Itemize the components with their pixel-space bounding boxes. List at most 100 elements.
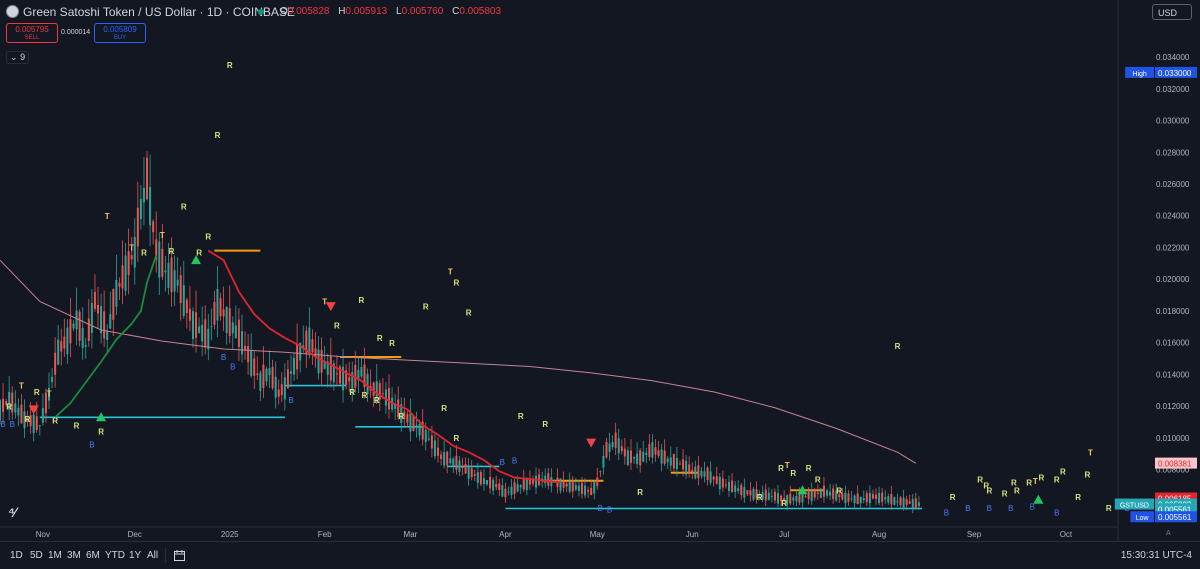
calendar-icon[interactable]	[174, 550, 185, 561]
candle-body	[191, 311, 194, 340]
candle-body	[69, 319, 72, 344]
range-6m[interactable]: 6M	[86, 550, 100, 561]
candle-body	[240, 331, 243, 355]
candle-body	[629, 450, 632, 463]
signal-label-b: B	[288, 396, 293, 405]
candle-body	[703, 471, 706, 477]
auto-scale-icon[interactable]: A	[1166, 530, 1171, 537]
signal-label: R	[169, 247, 175, 256]
candle-body	[816, 492, 819, 495]
candle-body	[308, 327, 311, 355]
candle-body	[623, 448, 626, 457]
range-1d[interactable]: 1D	[10, 550, 23, 561]
candle-body	[513, 482, 516, 494]
signal-label: R	[453, 279, 459, 288]
signal-label: R	[1026, 479, 1032, 488]
candle-body	[158, 241, 161, 278]
candle-body	[127, 251, 130, 275]
signal-label: R	[74, 421, 80, 430]
range-3m[interactable]: 3M	[67, 550, 81, 561]
candle-body	[106, 330, 109, 340]
candle-body	[274, 376, 277, 398]
candle-body	[899, 497, 902, 506]
signal-label: R	[98, 428, 104, 437]
candle-body	[599, 471, 602, 473]
candle-body	[201, 324, 204, 342]
candle-body	[602, 456, 605, 468]
price-chart[interactable]: 0.034000 0.032000 0.030000 0.028000 0.026000…	[0, 0, 1200, 541]
signal-label: T	[19, 382, 24, 391]
candle-body	[418, 423, 421, 436]
high-value: 0.005913	[345, 6, 388, 17]
candle-body	[694, 466, 697, 479]
candle-body	[752, 488, 755, 500]
candle-body	[293, 357, 296, 375]
signal-label: R	[441, 404, 447, 413]
tradingview-logo-icon[interactable]: ⁴⁄	[8, 504, 16, 520]
candle-body	[917, 502, 920, 507]
market-status-icon[interactable]	[258, 9, 264, 15]
candle-body	[535, 475, 538, 488]
signal-arrow	[1033, 494, 1044, 504]
candle-body	[216, 289, 219, 321]
candle-body	[38, 425, 41, 427]
candle-body	[20, 404, 23, 424]
signal-arrow	[325, 302, 336, 312]
time-axis-label: Sep	[967, 530, 982, 539]
range-all[interactable]: All	[147, 550, 158, 561]
signal-label: T	[448, 267, 453, 276]
signal-label: R	[637, 488, 643, 497]
price-tick-label: 0.010000	[1156, 434, 1190, 443]
range-5d[interactable]: 5D	[30, 550, 43, 561]
signal-label: R	[466, 309, 472, 318]
buy-button[interactable]: 0.005809 BUY	[94, 23, 146, 43]
bottom-toolbar: 1D 5D 1M 3M 6M YTD 1Y All 15:30:31 UTC-4	[0, 541, 1200, 569]
indicators-toggle[interactable]: ⌄ 9	[6, 51, 30, 64]
symbol-logo-icon[interactable]	[6, 5, 19, 18]
moving-average-line	[0, 259, 917, 464]
candle-body	[789, 493, 792, 504]
candle-body	[381, 393, 384, 395]
candle-body	[296, 343, 299, 370]
signal-label: R	[359, 296, 365, 305]
candle-body	[112, 289, 115, 320]
sell-button[interactable]: 0.005795 SELL	[6, 23, 58, 43]
buy-label: BUY	[113, 35, 127, 41]
signal-label: T	[1088, 448, 1093, 457]
signal-label: T	[785, 461, 790, 470]
range-1m[interactable]: 1M	[48, 550, 62, 561]
candle-body	[642, 451, 645, 462]
range-ytd[interactable]: YTD	[105, 550, 125, 561]
candle-body	[384, 389, 387, 406]
candle-body	[795, 496, 798, 502]
candle-body	[81, 328, 84, 348]
candle-body	[14, 403, 17, 413]
currency-selector[interactable]: USD	[1152, 4, 1192, 20]
candle-body	[559, 478, 562, 491]
signal-label: R	[781, 499, 787, 508]
signal-label: R	[423, 302, 429, 311]
candle-body	[865, 493, 868, 503]
candle-body	[770, 495, 773, 497]
symbol-title[interactable]: Green Satoshi Token / US Dollar · 1D · C…	[23, 5, 295, 19]
signal-label: R	[34, 388, 40, 397]
candle-body	[118, 282, 121, 287]
signal-label-b: B	[987, 504, 992, 513]
clock-timezone[interactable]: 15:30:31 UTC-4	[1121, 550, 1192, 561]
candle-body	[427, 438, 430, 440]
candle-body	[669, 457, 672, 466]
time-axis-label: Nov	[36, 530, 50, 539]
signal-label-b: B	[965, 504, 970, 513]
price-marker-value: 0.005561	[1158, 513, 1192, 522]
signal-label: R	[518, 412, 524, 421]
signal-label: T	[129, 244, 134, 253]
range-1y[interactable]: 1Y	[129, 550, 141, 561]
signal-label: R	[215, 131, 221, 140]
candle-body	[253, 358, 256, 376]
candle-body	[792, 497, 795, 501]
time-axis-label: May	[590, 530, 605, 539]
candle-body	[905, 499, 908, 505]
candle-body	[237, 319, 240, 347]
candle-body	[222, 309, 225, 317]
signal-label: T	[1033, 477, 1038, 486]
